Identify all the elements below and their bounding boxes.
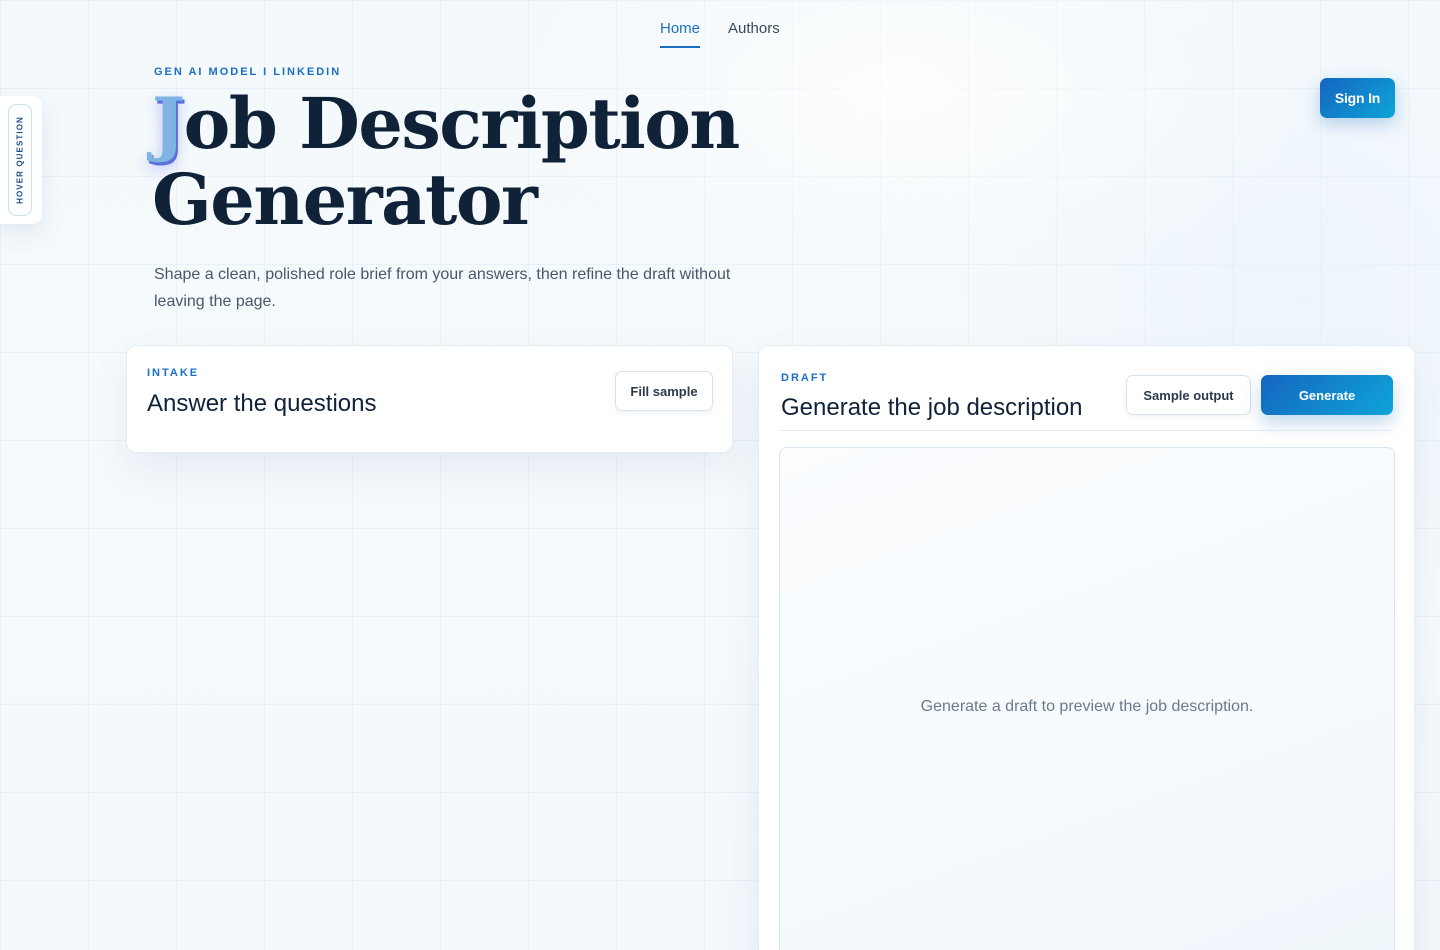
draft-kicker: DRAFT (781, 372, 829, 384)
draft-preview-area: Generate a draft to preview the job desc… (779, 447, 1395, 950)
title-line2: Generator (152, 158, 538, 241)
intake-kicker: INTAKE (147, 367, 200, 379)
hover-question-tab[interactable]: HOVER QUESTION (0, 96, 42, 224)
draft-card: DRAFT Generate the job description Sampl… (758, 345, 1415, 950)
title-first-letter: J (152, 82, 185, 165)
draft-title: Generate the job description (781, 394, 1083, 421)
hover-question-pill[interactable]: HOVER QUESTION (8, 104, 32, 216)
preview-placeholder: Generate a draft to preview the job desc… (920, 698, 1254, 715)
sample-output-button[interactable]: Sample output (1126, 375, 1251, 415)
generate-button[interactable]: Generate (1261, 375, 1393, 415)
nav-home-link[interactable]: Home (660, 20, 701, 48)
fill-sample-button[interactable]: Fill sample (615, 371, 713, 411)
page-title: Job Description Generator (152, 86, 852, 238)
intake-card: INTAKE Answer the questions Fill sample (126, 345, 733, 453)
top-nav: Home Authors (660, 20, 780, 48)
hero-eyebrow: GEN AI MODEL I LINKEDIN (154, 66, 342, 78)
hover-question-label: HOVER QUESTION (15, 116, 25, 204)
title-line1-rest: ob Description (183, 82, 741, 165)
intake-title: Answer the questions (147, 390, 377, 417)
draft-divider (779, 430, 1393, 431)
sign-in-button[interactable]: Sign In (1320, 78, 1395, 118)
nav-authors-link[interactable]: Authors (728, 20, 780, 48)
hero-subtitle: Shape a clean, polished role brief from … (154, 266, 731, 310)
